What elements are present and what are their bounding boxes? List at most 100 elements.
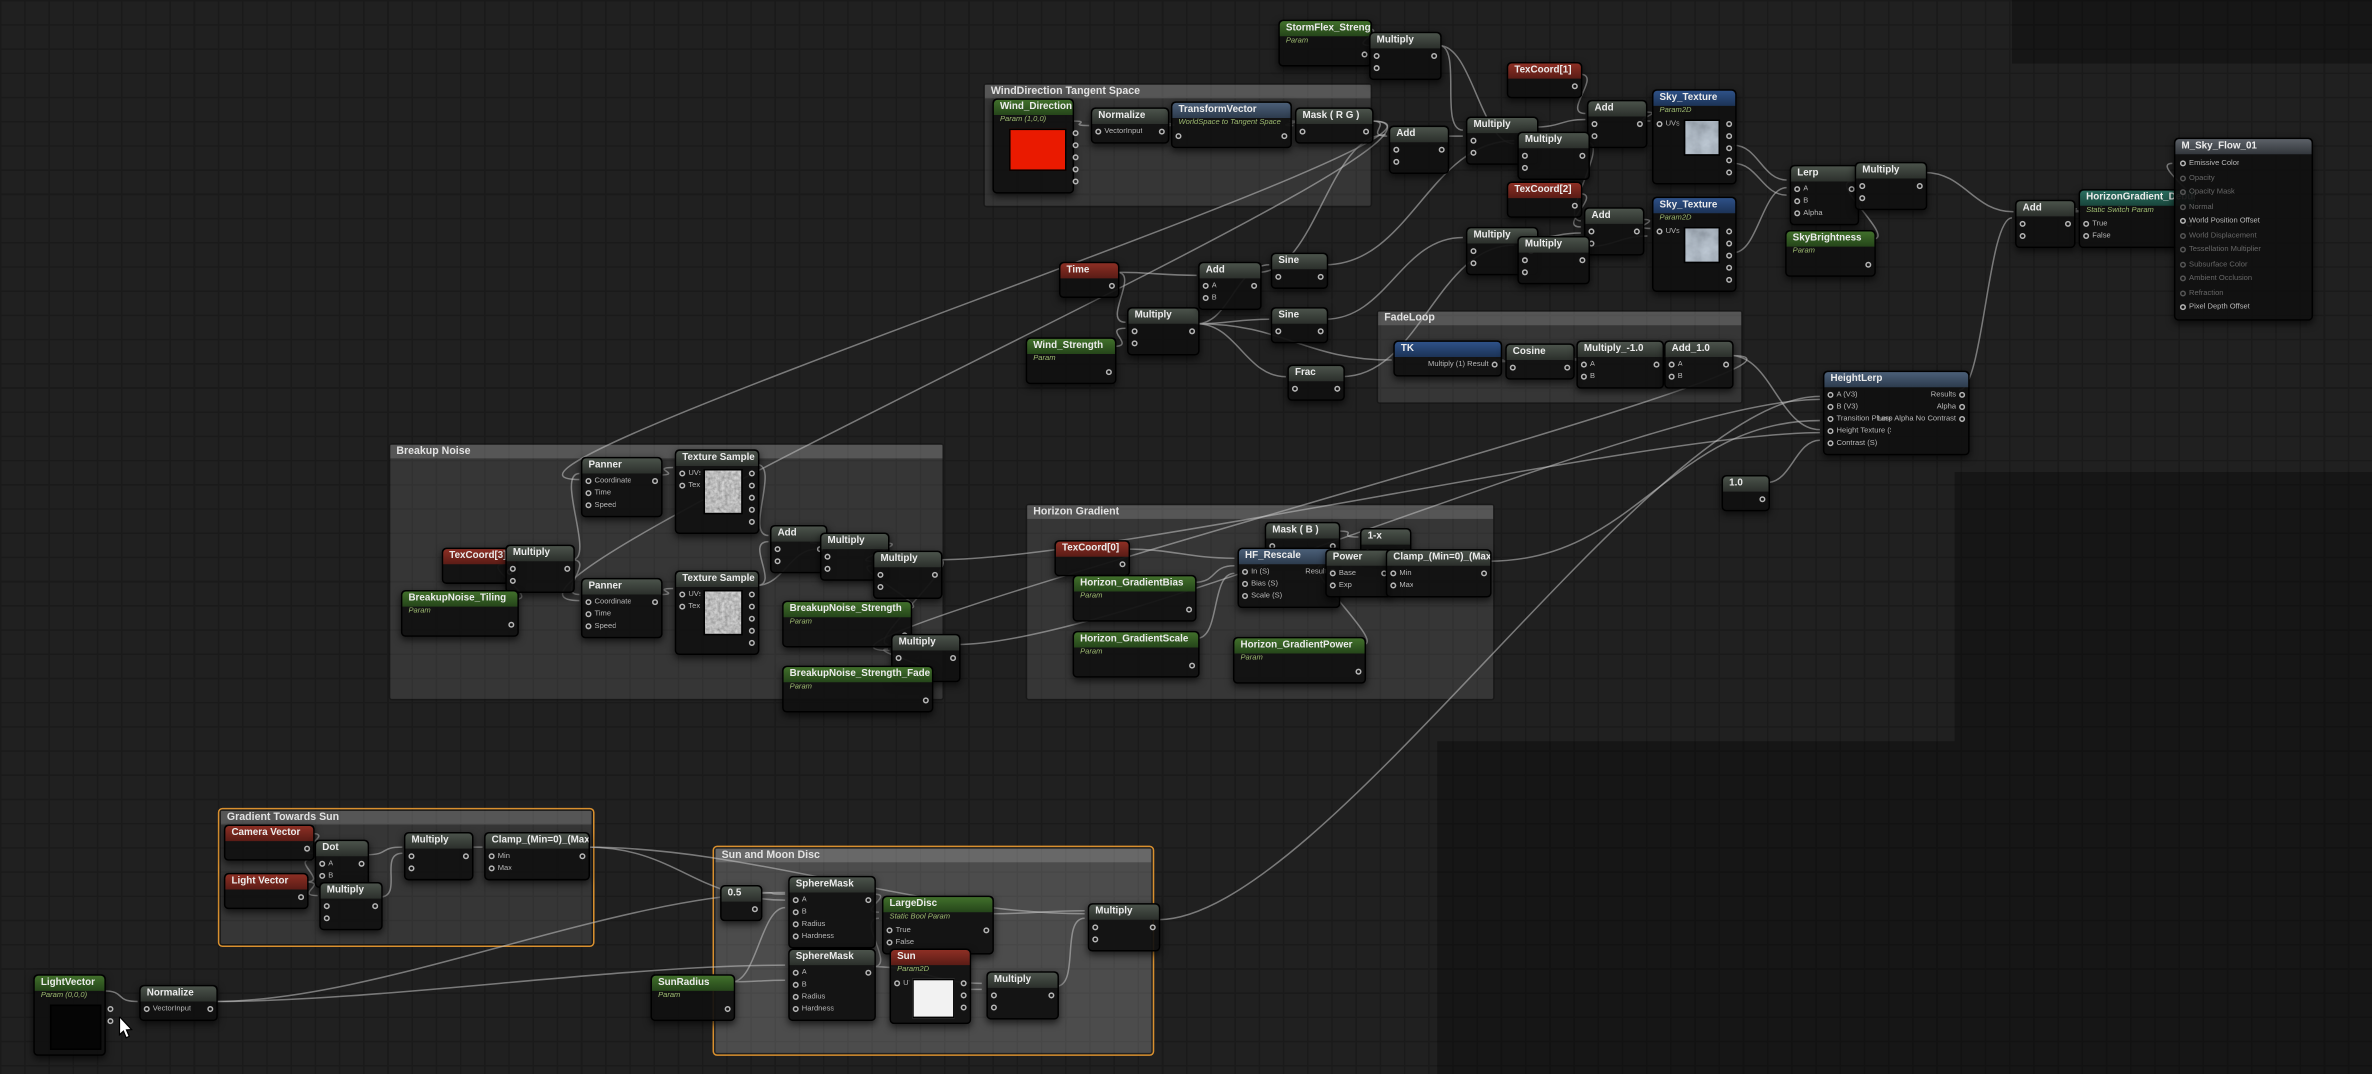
input-pin[interactable]: [1470, 138, 1476, 144]
horizon-power[interactable]: Horizon_GradientPowerParam: [1233, 637, 1366, 683]
input-pin[interactable]: [1132, 340, 1138, 346]
clamp-horizon[interactable]: Clamp_(Min=0)_(Max=1)MinMax: [1386, 549, 1492, 597]
lightvector-param[interactable]: LightVectorParam (0,0,0): [33, 974, 106, 1055]
input-pin[interactable]: [2083, 221, 2089, 227]
add-uv1[interactable]: Add: [1587, 100, 1648, 148]
input-pin[interactable]: [1794, 198, 1800, 204]
output-pin[interactable]: [1251, 283, 1257, 289]
output-pin[interactable]: [1334, 386, 1340, 392]
output-pin[interactable]: [1363, 129, 1369, 135]
input-pin[interactable]: [1175, 133, 1181, 139]
input-pin[interactable]: [1669, 374, 1675, 380]
output-pin[interactable]: [372, 903, 378, 909]
breakupnoise-strength-fade[interactable]: BreakupNoise_Strength_FadeParam: [782, 666, 933, 712]
output-pin[interactable]: [1726, 241, 1732, 247]
output-pin[interactable]: [463, 853, 469, 859]
input-pin[interactable]: [1275, 328, 1281, 334]
output-pin[interactable]: [1318, 328, 1324, 334]
input-pin[interactable]: [775, 558, 781, 564]
stormflex-strength[interactable]: StormFlex_StrengthParam: [1278, 20, 1372, 66]
input-pin[interactable]: [489, 853, 495, 859]
input-pin[interactable]: [1092, 924, 1098, 930]
output-pin[interactable]: [1362, 51, 1368, 57]
output-pin[interactable]: [1579, 257, 1585, 263]
multiply-disc[interactable]: Multiply: [1088, 903, 1161, 951]
input-pin[interactable]: [1330, 570, 1336, 576]
input-pin[interactable]: [1374, 53, 1380, 59]
multiply-pan4[interactable]: Multiply: [1517, 236, 1590, 284]
tk-reroute[interactable]: TKMultiply (1) Result: [1393, 340, 1502, 376]
input-pin[interactable]: [1522, 269, 1528, 275]
output-pin[interactable]: [749, 507, 755, 513]
output-pin[interactable]: [865, 897, 871, 903]
output-pin[interactable]: [298, 894, 304, 900]
multiply-time[interactable]: Multiply: [1127, 307, 1200, 355]
graph-canvas[interactable]: WindDirection Tangent SpaceFadeLoopBreak…: [0, 0, 2372, 1074]
input-pin[interactable]: [1827, 428, 1833, 434]
input-pin[interactable]: [1510, 365, 1516, 371]
input-pin[interactable]: [793, 897, 799, 903]
input-pin[interactable]: [1275, 274, 1281, 280]
cosine[interactable]: Cosine: [1505, 343, 1575, 379]
light-vector[interactable]: Light Vector: [224, 873, 309, 909]
input-pin[interactable]: [1374, 65, 1380, 71]
input-pin[interactable]: [489, 865, 495, 871]
input-pin[interactable]: [679, 470, 685, 476]
output-pin[interactable]: [1653, 362, 1659, 368]
input-pin[interactable]: [991, 1004, 997, 1010]
input-pin[interactable]: [1588, 228, 1594, 234]
output-pin[interactable]: [1189, 663, 1195, 669]
output-pin[interactable]: [359, 861, 365, 867]
texcoord-2[interactable]: TexCoord[2]: [1507, 182, 1583, 218]
input-pin[interactable]: [2083, 233, 2089, 239]
add-time[interactable]: AddAB: [1198, 262, 1262, 310]
output-pin[interactable]: [1073, 142, 1079, 148]
output-pin[interactable]: [1150, 924, 1156, 930]
output-pin[interactable]: [1726, 169, 1732, 175]
output-pin[interactable]: [1073, 179, 1079, 185]
output-pin[interactable]: [652, 478, 658, 484]
input-pin[interactable]: [1095, 129, 1101, 135]
wind-direction[interactable]: Wind_DirectionParam (1,0,0): [992, 98, 1074, 193]
transformvector[interactable]: TransformVectorWorldSpace to Tangent Spa…: [1171, 101, 1292, 147]
multiply-neg[interactable]: Multiply_-1.0AB: [1576, 340, 1664, 388]
input-pin[interactable]: [1669, 362, 1675, 368]
output-pin[interactable]: [1048, 992, 1054, 998]
multiply-brightness[interactable]: Multiply: [1855, 162, 1928, 210]
input-pin[interactable]: [1330, 582, 1336, 588]
output-pin[interactable]: [1865, 262, 1871, 268]
output-pin[interactable]: [1726, 265, 1732, 271]
input-pin[interactable]: [1470, 150, 1476, 156]
dot[interactable]: DotAB: [315, 840, 369, 888]
output-pin[interactable]: [1726, 253, 1732, 259]
output-pin[interactable]: [1959, 392, 1965, 398]
texture-sample-1[interactable]: Texture SampleUVsTex: [675, 449, 760, 533]
texture-sample-2[interactable]: Texture SampleUVsTex: [675, 570, 760, 654]
output-pin[interactable]: [107, 1018, 113, 1024]
input-pin[interactable]: [2020, 233, 2026, 239]
input-pin[interactable]: [1859, 183, 1865, 189]
input-pin[interactable]: [2180, 161, 2186, 167]
largedisc[interactable]: LargeDiscStatic Bool ParamTrueFalse: [882, 896, 994, 954]
input-pin[interactable]: [1393, 147, 1399, 153]
add-final[interactable]: Add: [2015, 200, 2076, 248]
material-result[interactable]: M_Sky_Flow_01Emissive ColorOpacityOpacit…: [2174, 138, 2313, 321]
input-pin[interactable]: [1092, 936, 1098, 942]
horizon-scale[interactable]: Horizon_GradientScaleParam: [1073, 631, 1200, 677]
input-pin[interactable]: [679, 483, 685, 489]
input-pin[interactable]: [2180, 247, 2186, 253]
power[interactable]: PowerBaseExp: [1325, 549, 1392, 597]
input-pin[interactable]: [775, 546, 781, 552]
spheremask-2[interactable]: SphereMaskABRadiusHardness: [788, 949, 876, 1021]
input-pin[interactable]: [510, 566, 516, 572]
multiply-pan2[interactable]: Multiply: [1517, 132, 1590, 180]
input-pin[interactable]: [510, 578, 516, 584]
input-pin[interactable]: [1470, 260, 1476, 266]
const-half[interactable]: 0.5: [720, 885, 762, 921]
input-pin[interactable]: [585, 478, 591, 484]
sun-radius[interactable]: SunRadiusParam: [651, 974, 736, 1020]
input-pin[interactable]: [793, 921, 799, 927]
input-pin[interactable]: [1827, 440, 1833, 446]
output-pin[interactable]: [2065, 221, 2071, 227]
output-pin[interactable]: [1492, 362, 1498, 368]
